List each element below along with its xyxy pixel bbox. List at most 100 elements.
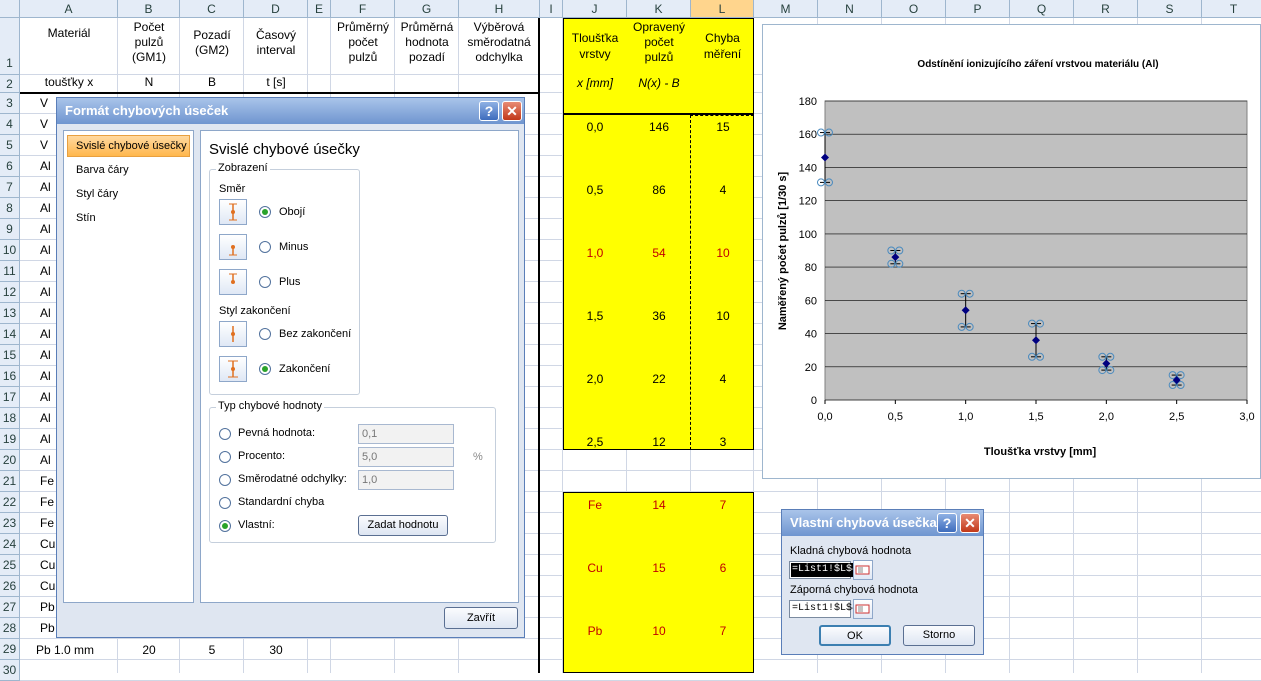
header-background[interactable]: Pozadí (GM2): [180, 28, 244, 58]
material-cell[interactable]: V: [40, 96, 56, 110]
material-cell[interactable]: Cu: [40, 579, 56, 593]
row-header-10[interactable]: 10: [0, 240, 20, 261]
value-stdev-radio[interactable]: [219, 474, 231, 486]
thickness-data-n[interactable]: 54: [627, 246, 691, 260]
column-header-m[interactable]: M: [754, 0, 818, 18]
material-cell[interactable]: Al: [40, 348, 56, 362]
ok-button[interactable]: OK: [819, 625, 891, 646]
thickness-data-x[interactable]: 2,5: [563, 435, 627, 449]
row-header-19[interactable]: 19: [0, 429, 20, 450]
header-material[interactable]: Materiál: [20, 26, 118, 40]
percent-input[interactable]: 5,0: [358, 447, 454, 467]
thickness-data-x[interactable]: 1,5: [563, 309, 627, 323]
direction-plus-icon[interactable]: [219, 269, 247, 295]
material-cell[interactable]: Al: [40, 243, 56, 257]
row-header-6[interactable]: 6: [0, 156, 20, 177]
dialog-title[interactable]: Formát chybových úseček: [57, 98, 524, 124]
cell-d2[interactable]: t [s]: [244, 75, 308, 89]
material-cell[interactable]: V: [40, 138, 56, 152]
row-header-12[interactable]: 12: [0, 282, 20, 303]
column-header-g[interactable]: G: [395, 0, 459, 18]
thickness-data-n[interactable]: 36: [627, 309, 691, 323]
material-cell[interactable]: Al: [40, 180, 56, 194]
material-cell[interactable]: Al: [40, 411, 56, 425]
set-value-button[interactable]: Zadat hodnotu: [358, 515, 448, 536]
thickness-data-n[interactable]: 146: [627, 120, 691, 134]
row-header-20[interactable]: 20: [0, 450, 20, 471]
column-header-t[interactable]: T: [1202, 0, 1261, 18]
end-no-cap-radio[interactable]: [259, 328, 271, 340]
cell-c29[interactable]: 5: [180, 643, 244, 657]
column-header-o[interactable]: O: [882, 0, 946, 18]
end-no-cap-label[interactable]: Bez zakončení: [279, 328, 351, 340]
material-cell[interactable]: Al: [40, 306, 56, 320]
material-data-mat_n[interactable]: 15: [627, 561, 691, 575]
thickness-data-err[interactable]: 10: [691, 246, 755, 260]
material-cell[interactable]: Al: [40, 432, 56, 446]
header-corrected-formula[interactable]: N(x) - B: [627, 76, 691, 90]
value-custom-radio[interactable]: [219, 520, 231, 532]
material-cell[interactable]: Al: [40, 327, 56, 341]
close-icon[interactable]: ✕: [502, 101, 522, 121]
nav-item[interactable]: Svislé chybové úsečky: [76, 140, 187, 152]
row-header-7[interactable]: 7: [0, 177, 20, 198]
thickness-data-err[interactable]: 15: [691, 120, 755, 134]
thickness-data-n[interactable]: 22: [627, 372, 691, 386]
nav-item[interactable]: Styl čáry: [76, 188, 118, 200]
help-icon[interactable]: ?: [479, 101, 499, 121]
negative-value-field[interactable]: =List1!$L$4: [789, 600, 858, 618]
row-header-22[interactable]: 22: [0, 492, 20, 513]
thickness-data-err[interactable]: 3: [691, 435, 755, 449]
end-no-cap-icon[interactable]: [219, 321, 247, 347]
row-header-3[interactable]: 3: [0, 93, 20, 114]
column-header-b[interactable]: B: [118, 0, 180, 18]
column-header-i[interactable]: I: [540, 0, 563, 18]
header-count[interactable]: Počet pulzů (GM1): [118, 20, 180, 65]
value-percent-label[interactable]: Procento:: [238, 450, 285, 462]
row-header-9[interactable]: 9: [0, 219, 20, 240]
material-cell[interactable]: Cu: [40, 558, 56, 572]
row-header-23[interactable]: 23: [0, 513, 20, 534]
direction-minus-icon[interactable]: [219, 234, 247, 260]
material-cell[interactable]: Al: [40, 390, 56, 404]
thickness-data-err[interactable]: 4: [691, 183, 755, 197]
close-icon[interactable]: ✕: [960, 513, 980, 533]
row-header-29[interactable]: 29: [0, 639, 20, 660]
cell-a2[interactable]: toušťky x: [20, 75, 118, 89]
material-data-mat[interactable]: Cu: [563, 561, 627, 575]
row-header-14[interactable]: 14: [0, 324, 20, 345]
material-cell[interactable]: Pb: [40, 600, 56, 614]
thickness-data-err[interactable]: 10: [691, 309, 755, 323]
end-cap-icon[interactable]: [219, 356, 247, 382]
row-header-25[interactable]: 25: [0, 555, 20, 576]
value-fixed-label[interactable]: Pevná hodnota:: [238, 427, 315, 439]
direction-plus-radio[interactable]: [259, 276, 271, 288]
column-header-l[interactable]: L: [691, 0, 754, 18]
cell-d29[interactable]: 30: [244, 643, 308, 657]
collapse-range-icon[interactable]: [853, 599, 873, 619]
select-all-corner[interactable]: [0, 0, 20, 18]
thickness-data-x[interactable]: 0,5: [563, 183, 627, 197]
row-header-28[interactable]: 28: [0, 618, 20, 639]
material-data-mat_err[interactable]: 7: [691, 498, 755, 512]
header-corrected[interactable]: Opravený počet pulzů: [627, 20, 691, 65]
column-header-f[interactable]: F: [331, 0, 395, 18]
material-cell[interactable]: Al: [40, 222, 56, 236]
value-percent-radio[interactable]: [219, 451, 231, 463]
material-cell[interactable]: Al: [40, 453, 56, 467]
row-header-21[interactable]: 21: [0, 471, 20, 492]
nav-item[interactable]: Stín: [76, 212, 96, 224]
material-cell[interactable]: Al: [40, 159, 56, 173]
column-header-p[interactable]: P: [946, 0, 1010, 18]
direction-both-icon[interactable]: [219, 199, 247, 225]
stdev-input[interactable]: 1,0: [358, 470, 454, 490]
material-cell[interactable]: Cu: [40, 537, 56, 551]
thickness-data-x[interactable]: 1,0: [563, 246, 627, 260]
row-header-11[interactable]: 11: [0, 261, 20, 282]
header-error[interactable]: Chyba měření: [691, 30, 754, 62]
direction-plus-label[interactable]: Plus: [279, 276, 300, 288]
material-cell[interactable]: V: [40, 117, 56, 131]
end-cap-label[interactable]: Zakončení: [279, 363, 330, 375]
material-cell[interactable]: Fe: [40, 495, 56, 509]
cell-a29[interactable]: Pb 1.0 mm: [36, 643, 118, 657]
